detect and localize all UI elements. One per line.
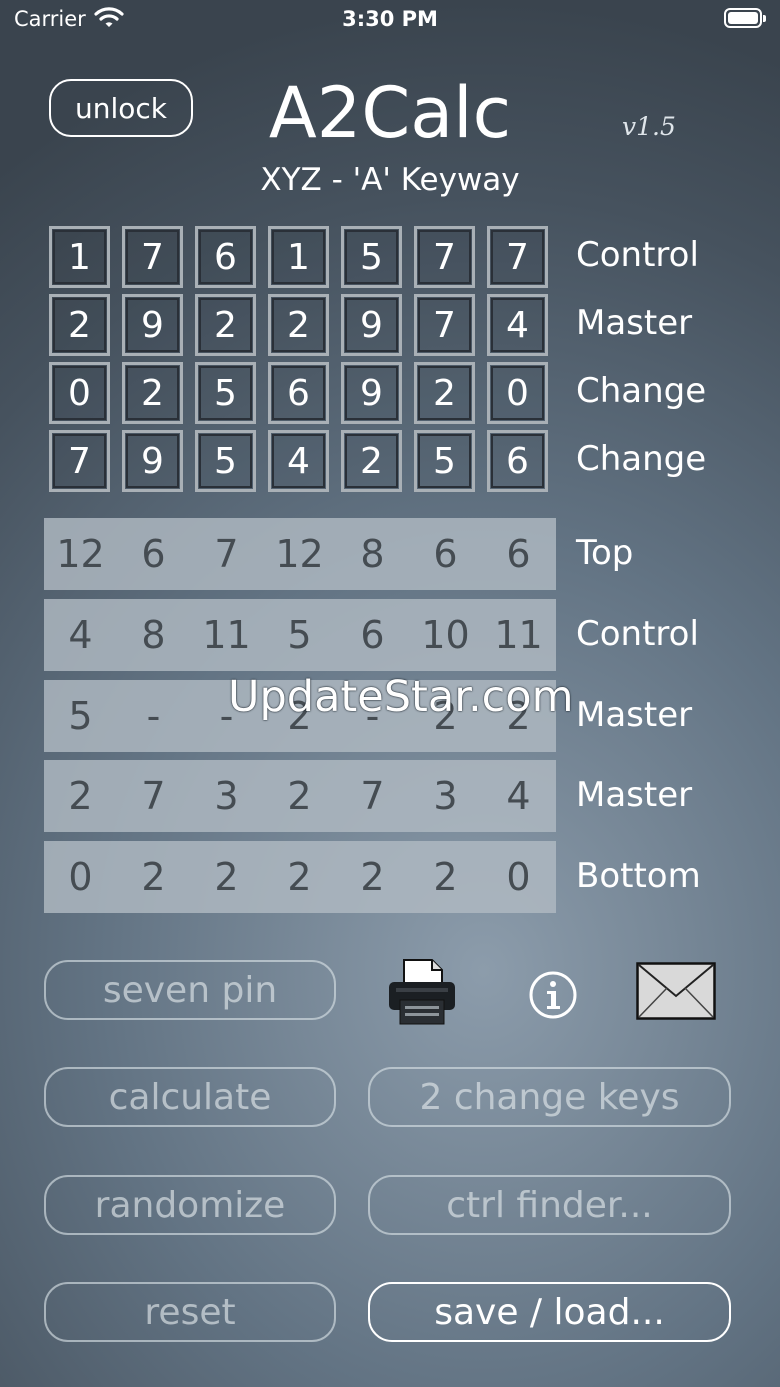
- printer-icon[interactable]: [386, 956, 458, 1032]
- pin-row-label: Change: [576, 371, 707, 411]
- result-cell: 6: [506, 532, 531, 576]
- result-cell: 2: [68, 774, 93, 818]
- pin-input[interactable]: 4: [487, 294, 548, 356]
- result-cell: 7: [214, 532, 239, 576]
- result-row: 2 7 3 2 7 3 4: [44, 760, 556, 832]
- result-row-label: Top: [576, 533, 634, 573]
- battery-icon: [724, 8, 766, 28]
- result-cell: 4: [68, 613, 93, 657]
- version-label: v1.5: [622, 112, 676, 141]
- result-cell: 2: [360, 855, 385, 899]
- result-cell: 4: [506, 774, 531, 818]
- result-cell: 5: [68, 694, 93, 738]
- ctrl-finder-button[interactable]: ctrl finder...: [368, 1175, 731, 1235]
- pin-input[interactable]: 0: [49, 362, 110, 424]
- result-cell: 7: [360, 774, 385, 818]
- result-cell: 2: [287, 774, 312, 818]
- result-cell: 3: [214, 774, 239, 818]
- info-icon[interactable]: [527, 969, 579, 1025]
- result-cell: 12: [56, 532, 105, 576]
- result-cell: 0: [506, 855, 531, 899]
- result-row-label: Master: [576, 775, 693, 815]
- pin-input[interactable]: 5: [195, 430, 256, 492]
- result-cell: 6: [141, 532, 166, 576]
- keyway-subtitle: XYZ - 'A' Keyway: [260, 162, 520, 198]
- result-row-label: Bottom: [576, 856, 701, 896]
- pin-input[interactable]: 7: [49, 430, 110, 492]
- pin-input[interactable]: 7: [414, 294, 475, 356]
- randomize-button[interactable]: randomize: [44, 1175, 336, 1235]
- pin-input[interactable]: 7: [414, 226, 475, 288]
- pin-input[interactable]: 6: [195, 226, 256, 288]
- pin-input[interactable]: 9: [122, 294, 183, 356]
- pin-input[interactable]: 1: [49, 226, 110, 288]
- pin-input[interactable]: 5: [341, 226, 402, 288]
- calculate-button[interactable]: calculate: [44, 1067, 336, 1127]
- result-cell: 11: [202, 613, 251, 657]
- pin-input[interactable]: 0: [487, 362, 548, 424]
- result-cell: 7: [141, 774, 166, 818]
- result-row-label: Control: [576, 614, 699, 654]
- pin-row-label: Control: [576, 235, 699, 275]
- result-cell: -: [146, 694, 161, 738]
- result-row: 4 8 11 5 6 10 11: [44, 599, 556, 671]
- watermark: UpdateStar.com: [228, 672, 574, 722]
- result-cell: 8: [141, 613, 166, 657]
- result-row: 0 2 2 2 2 2 0: [44, 841, 556, 913]
- pin-input[interactable]: 2: [341, 430, 402, 492]
- pin-input[interactable]: 2: [414, 362, 475, 424]
- reset-button[interactable]: reset: [44, 1282, 336, 1342]
- result-cell: 12: [275, 532, 324, 576]
- save-load-button[interactable]: save / load...: [368, 1282, 731, 1342]
- pin-input[interactable]: 9: [122, 430, 183, 492]
- change-keys-button[interactable]: 2 change keys: [368, 1067, 731, 1127]
- result-cell: 6: [360, 613, 385, 657]
- pin-input[interactable]: 9: [341, 294, 402, 356]
- pin-input[interactable]: 6: [268, 362, 329, 424]
- result-cell: 6: [433, 532, 458, 576]
- pin-input[interactable]: 2: [122, 362, 183, 424]
- result-cell: 8: [360, 532, 385, 576]
- pin-input[interactable]: 6: [487, 430, 548, 492]
- pin-input[interactable]: 4: [268, 430, 329, 492]
- result-cell: 2: [141, 855, 166, 899]
- pin-input[interactable]: 2: [49, 294, 110, 356]
- result-cell: 2: [433, 855, 458, 899]
- pin-row-label: Change: [576, 439, 707, 479]
- result-cell: 2: [214, 855, 239, 899]
- pin-input[interactable]: 9: [341, 362, 402, 424]
- result-row: 12 6 7 12 8 6 6: [44, 518, 556, 590]
- result-cell: 0: [68, 855, 93, 899]
- result-row-label: Master: [576, 695, 693, 735]
- status-bar: Carrier 3:30 PM: [0, 0, 780, 40]
- mail-icon[interactable]: [636, 962, 716, 1024]
- pin-row-label: Master: [576, 303, 693, 343]
- pin-input[interactable]: 5: [195, 362, 256, 424]
- result-cell: 3: [433, 774, 458, 818]
- pin-input[interactable]: 7: [487, 226, 548, 288]
- status-time: 3:30 PM: [342, 7, 438, 31]
- result-cell: 10: [421, 613, 470, 657]
- pin-input[interactable]: 7: [122, 226, 183, 288]
- pin-input[interactable]: 1: [268, 226, 329, 288]
- seven-pin-button[interactable]: seven pin: [44, 960, 336, 1020]
- result-cell: 2: [287, 855, 312, 899]
- result-cell: 5: [287, 613, 312, 657]
- pin-input[interactable]: 2: [195, 294, 256, 356]
- pin-input[interactable]: 2: [268, 294, 329, 356]
- pin-input[interactable]: 5: [414, 430, 475, 492]
- result-cell: 11: [494, 613, 543, 657]
